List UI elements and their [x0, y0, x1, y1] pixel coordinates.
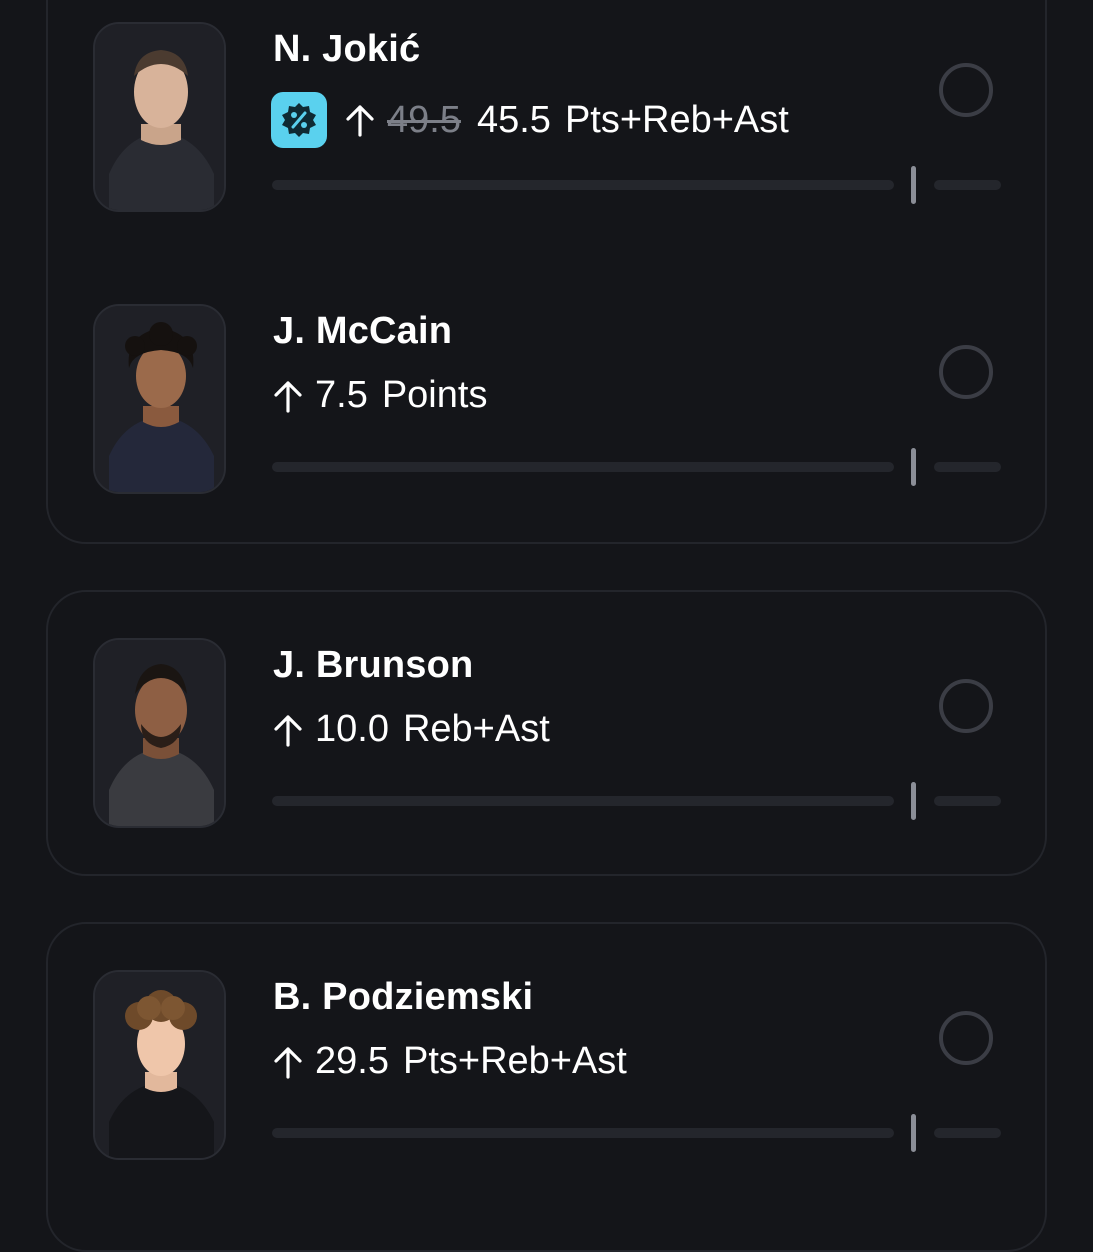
player-avatar — [93, 304, 226, 494]
stat-type: Points — [381, 374, 488, 416]
stat-type: Reb+Ast — [402, 708, 550, 750]
pick-row-podziemski[interactable]: B. Podziemski 29.5 Pts+Reb+Ast — [0, 948, 1093, 1160]
player-name: J. McCain — [273, 310, 453, 352]
slider-thumb[interactable] — [911, 782, 916, 820]
percent-badge-icon — [271, 92, 327, 148]
player-avatar — [93, 22, 226, 212]
line-value: 7.5 — [315, 374, 368, 416]
arrow-up-icon — [271, 1043, 305, 1081]
stat-type: Pts+Reb+Ast — [564, 98, 789, 141]
pick-row-mccain[interactable]: J. McCain 7.5 Points — [0, 282, 1093, 494]
pick-row-jokic[interactable]: N. Jokić 49.5 45.5 Pts+Reb+Ast — [0, 0, 1093, 212]
slider-track-tail — [934, 180, 1001, 190]
select-radio[interactable] — [939, 1011, 993, 1065]
slider-track — [272, 796, 894, 806]
line-value: 45.5 — [476, 98, 551, 141]
arrow-up-icon — [343, 101, 377, 139]
slider-track-tail — [934, 462, 1001, 472]
arrow-up-icon — [271, 711, 305, 749]
player-avatar — [93, 638, 226, 828]
player-name: N. Jokić — [273, 28, 421, 70]
slider-track — [272, 1128, 894, 1138]
original-line-value: 49.5 — [387, 98, 461, 141]
slider-thumb[interactable] — [911, 448, 916, 486]
player-name: B. Podziemski — [273, 976, 534, 1018]
select-radio[interactable] — [939, 679, 993, 733]
slider-track — [272, 462, 894, 472]
select-radio[interactable] — [939, 345, 993, 399]
slider-track-tail — [934, 796, 1001, 806]
projection-line: 7.5 Points — [271, 374, 487, 417]
player-avatar — [93, 970, 226, 1160]
line-value: 29.5 — [315, 1040, 389, 1082]
arrow-up-icon — [271, 377, 305, 415]
projection-line: 29.5 Pts+Reb+Ast — [271, 1040, 627, 1083]
select-radio[interactable] — [939, 63, 993, 117]
pick-row-brunson[interactable]: J. Brunson 10.0 Reb+Ast — [0, 616, 1093, 828]
slider-track-tail — [934, 1128, 1001, 1138]
stat-type: Pts+Reb+Ast — [402, 1040, 627, 1082]
slider-thumb[interactable] — [911, 166, 916, 204]
slider-track — [272, 180, 894, 190]
projection-line: 10.0 Reb+Ast — [271, 708, 550, 751]
slider-thumb[interactable] — [911, 1114, 916, 1152]
player-name: J. Brunson — [273, 644, 474, 686]
line-value: 10.0 — [315, 708, 389, 750]
projection-line: 49.5 45.5 Pts+Reb+Ast — [271, 92, 789, 148]
